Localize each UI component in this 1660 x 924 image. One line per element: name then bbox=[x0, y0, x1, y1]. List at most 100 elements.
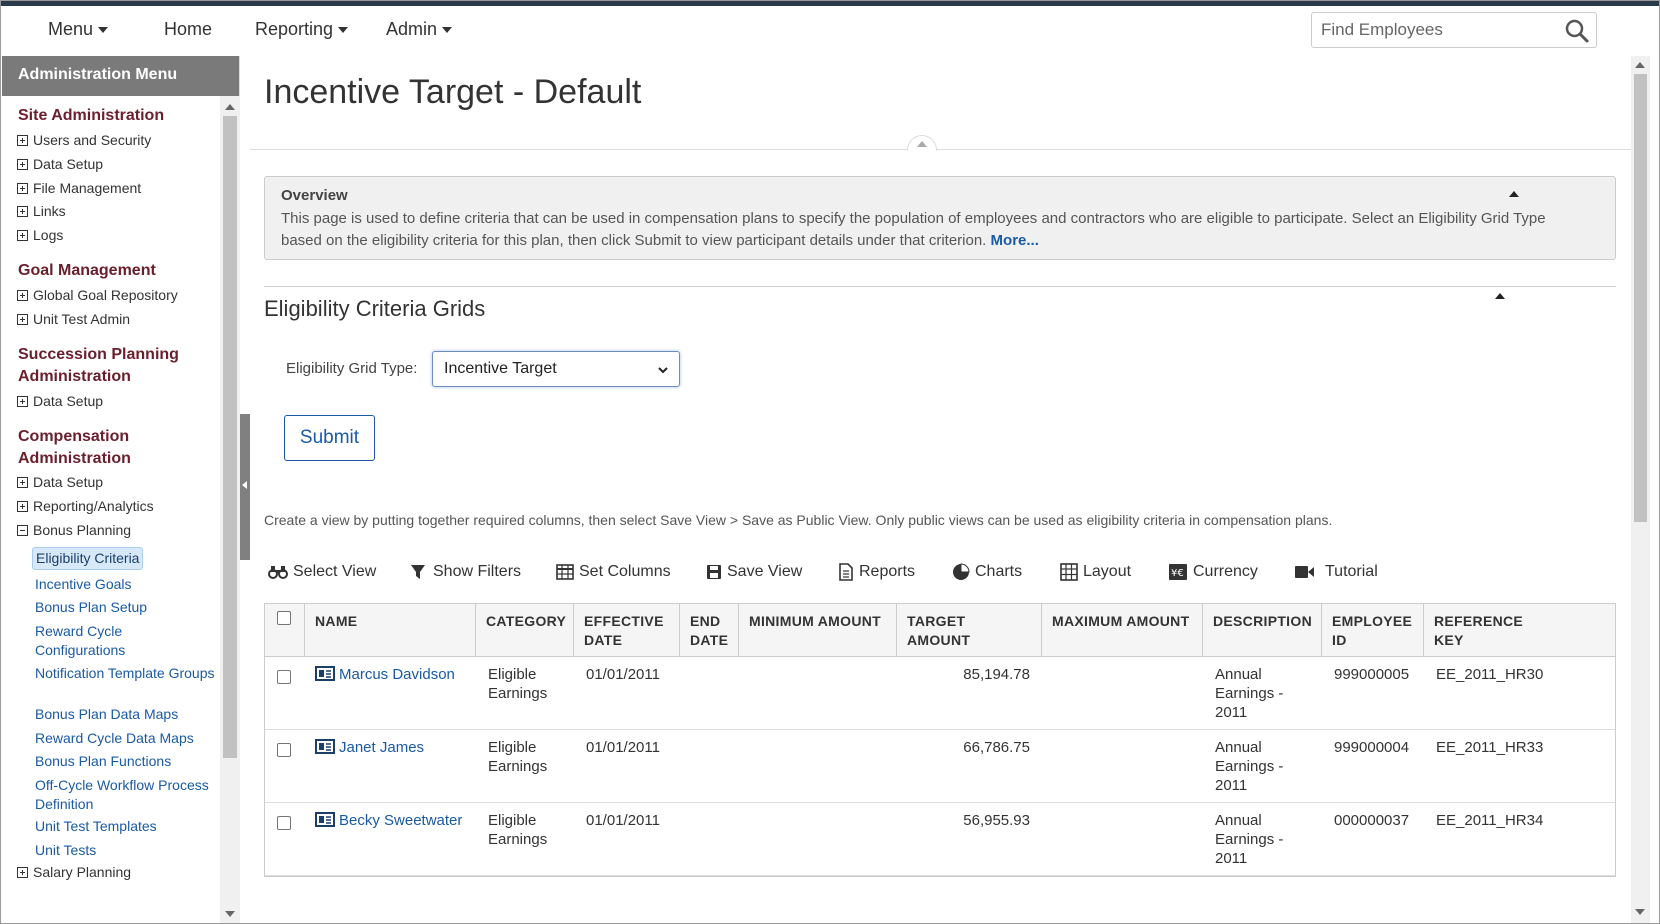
sidebar-item-logs[interactable]: Logs bbox=[17, 227, 63, 243]
expand-icon[interactable] bbox=[17, 159, 28, 170]
header-target-amount[interactable]: TARGET AMOUNT bbox=[897, 604, 1042, 657]
sidebar-item-links[interactable]: Links bbox=[17, 203, 66, 219]
expand-icon[interactable] bbox=[17, 206, 28, 217]
minimum-amount-cell bbox=[739, 803, 897, 876]
tool-label: Charts bbox=[975, 563, 1023, 580]
grid-type-select[interactable]: Incentive Target bbox=[432, 351, 680, 387]
sidebar-scroll-thumb[interactable] bbox=[223, 116, 237, 758]
row-checkbox[interactable] bbox=[277, 743, 291, 757]
sidebar-collapse-handle[interactable] bbox=[240, 414, 250, 560]
sidebar-item-data-setup[interactable]: Data Setup bbox=[17, 156, 103, 172]
select-view-button[interactable]: Select View bbox=[268, 563, 376, 581]
sidebar-item-users-and-security[interactable]: Users and Security bbox=[17, 132, 151, 148]
header-end-date[interactable]: END DATE bbox=[680, 604, 739, 657]
sidebar-link-unit-test-templates[interactable]: Unit Test Templates bbox=[35, 817, 215, 836]
maximum-amount-cell bbox=[1042, 803, 1203, 876]
tutorial-button[interactable]: Tutorial bbox=[1294, 563, 1378, 581]
sidebar-scrollbar[interactable] bbox=[220, 96, 240, 923]
search-input[interactable] bbox=[1321, 20, 1551, 40]
section-succession-planning: Succession Planning Administration bbox=[18, 344, 179, 388]
scroll-up-icon[interactable] bbox=[225, 104, 235, 110]
show-filters-button[interactable]: Show Filters bbox=[410, 563, 521, 581]
sidebar-link-bonus-plan-data-maps[interactable]: Bonus Plan Data Maps bbox=[35, 705, 215, 724]
nav-reporting[interactable]: Reporting bbox=[255, 19, 349, 40]
sidebar-link-bonus-plan-functions[interactable]: Bonus Plan Functions bbox=[35, 752, 215, 771]
scroll-down-icon[interactable] bbox=[225, 911, 235, 917]
expand-icon[interactable] bbox=[17, 501, 28, 512]
nav-menu[interactable]: Menu bbox=[48, 19, 109, 40]
set-columns-button[interactable]: Set Columns bbox=[556, 563, 671, 581]
expand-icon[interactable] bbox=[17, 135, 28, 146]
employee-card-icon[interactable] bbox=[315, 739, 335, 754]
expand-icon[interactable] bbox=[17, 314, 28, 325]
sidebar-link-off-cycle-workflow[interactable]: Off-Cycle Workflow Process Definition bbox=[35, 776, 215, 814]
expand-icon[interactable] bbox=[17, 477, 28, 488]
sidebar-link-reward-cycle-data-maps[interactable]: Reward Cycle Data Maps bbox=[35, 729, 215, 748]
header-collapse-button[interactable] bbox=[907, 135, 937, 151]
reference-key-cell: EE_2011_HR34 bbox=[1436, 812, 1544, 829]
sidebar-content: Site Administration Users and Security D… bbox=[2, 96, 220, 923]
description-cell: Annual Earnings - 2011 bbox=[1203, 803, 1322, 876]
nav-admin[interactable]: Admin bbox=[386, 19, 453, 40]
search-icon[interactable] bbox=[1564, 18, 1590, 44]
chevron-down-icon bbox=[98, 27, 109, 34]
charts-button[interactable]: Charts bbox=[952, 563, 1022, 581]
sidebar-link-incentive-goals[interactable]: Incentive Goals bbox=[35, 575, 215, 594]
cell-text: Earnings - bbox=[1215, 831, 1284, 848]
header-reference-key[interactable]: REFERENCE KEY bbox=[1424, 604, 1617, 657]
main-scroll-thumb[interactable] bbox=[1634, 74, 1647, 522]
header-effective-date[interactable]: EFFECTIVE DATE bbox=[574, 604, 680, 657]
collapse-icon[interactable] bbox=[17, 525, 28, 536]
nav-home[interactable]: Home bbox=[164, 19, 212, 40]
employee-card-icon[interactable] bbox=[315, 666, 335, 681]
scroll-down-icon[interactable] bbox=[1635, 909, 1645, 915]
row-checkbox[interactable] bbox=[277, 670, 291, 684]
sidebar-link-reward-cycle-configurations[interactable]: Reward Cycle Configurations bbox=[35, 622, 215, 660]
expand-icon[interactable] bbox=[17, 230, 28, 241]
sidebar-item-reporting-analytics[interactable]: Reporting/Analytics bbox=[17, 498, 154, 514]
header-category[interactable]: CATEGORY bbox=[476, 604, 574, 657]
currency-button[interactable]: ¥€ Currency bbox=[1168, 563, 1258, 581]
header-maximum-amount[interactable]: MAXIMUM AMOUNT bbox=[1042, 604, 1203, 657]
expand-icon[interactable] bbox=[17, 396, 28, 407]
row-select-cell bbox=[265, 730, 305, 803]
tool-label: Select View bbox=[293, 563, 377, 580]
sidebar-item-succession-data-setup[interactable]: Data Setup bbox=[17, 393, 103, 409]
cell-text: Earnings - bbox=[1215, 685, 1284, 702]
cell-text: Earnings bbox=[488, 831, 548, 848]
header-minimum-amount[interactable]: MINIMUM AMOUNT bbox=[739, 604, 897, 657]
sidebar-item-comp-data-setup[interactable]: Data Setup bbox=[17, 474, 103, 490]
sidebar-link-bonus-plan-setup[interactable]: Bonus Plan Setup bbox=[35, 598, 215, 617]
employee-name-link[interactable]: Janet James bbox=[339, 739, 424, 756]
employee-name-link[interactable]: Becky Sweetwater bbox=[339, 812, 462, 829]
more-link[interactable]: More... bbox=[991, 232, 1039, 249]
expand-icon[interactable] bbox=[17, 290, 28, 301]
header-description[interactable]: DESCRIPTION bbox=[1203, 604, 1322, 657]
sidebar-link-unit-tests[interactable]: Unit Tests bbox=[35, 841, 215, 860]
main-scrollbar[interactable] bbox=[1631, 56, 1650, 923]
sidebar-item-global-goal-repository[interactable]: Global Goal Repository bbox=[17, 287, 178, 303]
submit-button[interactable]: Submit bbox=[284, 415, 375, 461]
expand-icon[interactable] bbox=[17, 867, 28, 878]
sidebar-item-salary-planning[interactable]: Salary Planning bbox=[17, 864, 131, 880]
collapse-section-icon[interactable] bbox=[1495, 293, 1505, 299]
sidebar-item-file-management[interactable]: File Management bbox=[17, 180, 141, 196]
save-view-button[interactable]: Save View bbox=[706, 563, 802, 581]
table-row: Janet James Eligible Earnings 01/01/2011 … bbox=[265, 730, 1615, 803]
sidebar-link-eligibility-criteria[interactable]: Eligibility Criteria bbox=[32, 547, 144, 570]
sidebar-item-bonus-planning[interactable]: Bonus Planning bbox=[17, 522, 131, 538]
header-employee-id[interactable]: EMPLOYEE ID bbox=[1322, 604, 1424, 657]
reports-button[interactable]: Reports bbox=[838, 563, 915, 581]
tool-label: Set Columns bbox=[579, 563, 671, 580]
employee-name-link[interactable]: Marcus Davidson bbox=[339, 666, 455, 683]
collapse-overview-icon[interactable] bbox=[1509, 191, 1519, 197]
scroll-up-icon[interactable] bbox=[1635, 62, 1645, 68]
sidebar-link-notification-template-groups[interactable]: Notification Template Groups bbox=[35, 664, 215, 683]
row-checkbox[interactable] bbox=[277, 816, 291, 830]
expand-icon[interactable] bbox=[17, 183, 28, 194]
employee-card-icon[interactable] bbox=[315, 812, 335, 827]
sidebar-item-unit-test-admin[interactable]: Unit Test Admin bbox=[17, 311, 130, 327]
header-name[interactable]: NAME bbox=[305, 604, 476, 657]
layout-button[interactable]: Layout bbox=[1060, 563, 1131, 581]
select-all-checkbox[interactable] bbox=[277, 611, 291, 625]
